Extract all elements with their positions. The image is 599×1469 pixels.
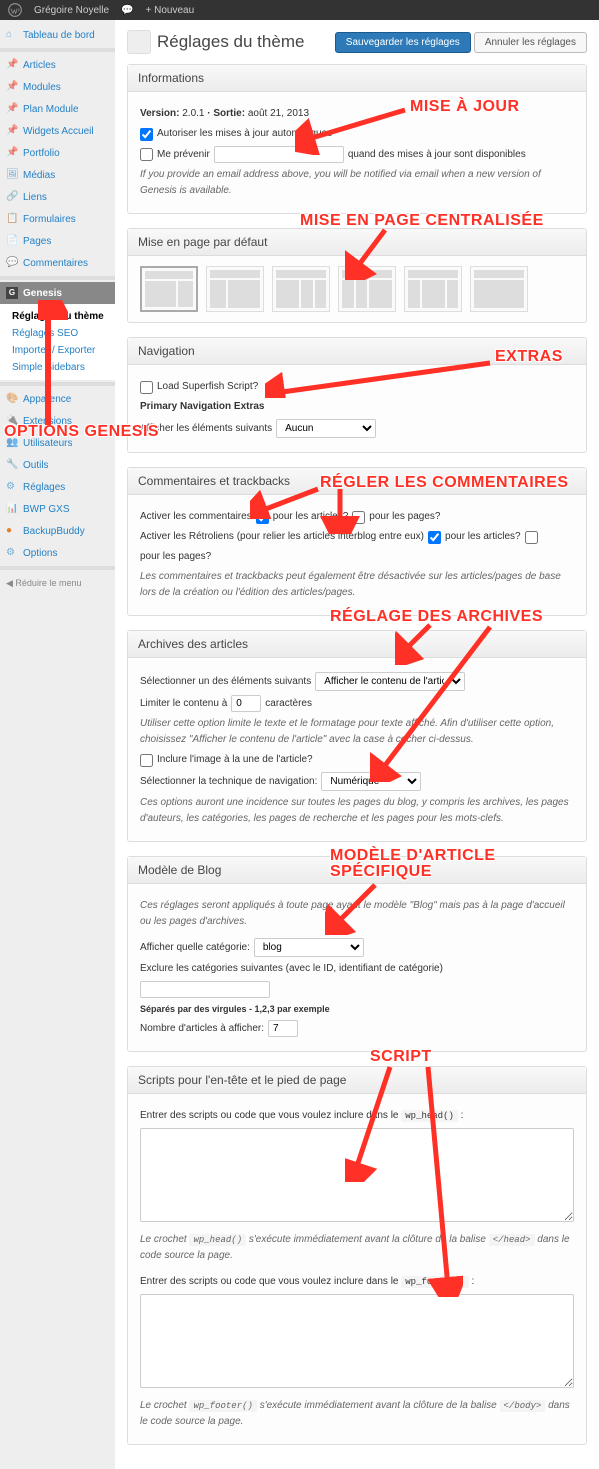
notify-email-input[interactable] xyxy=(214,146,344,163)
nav-technique-select[interactable]: Numérique xyxy=(321,772,421,791)
wordpress-logo-icon[interactable] xyxy=(8,3,22,17)
appearance-icon: 🎨 xyxy=(6,393,18,405)
submenu-sidebars[interactable]: Simple Sidebars xyxy=(8,359,115,376)
tools-icon: 🔧 xyxy=(6,459,18,471)
menu-options[interactable]: ⚙Options xyxy=(0,542,115,564)
page-title: Réglages du thème xyxy=(127,30,304,54)
panel-layout: Mise en page par défaut xyxy=(127,228,587,323)
submenu-seo[interactable]: Réglages SEO xyxy=(8,325,115,342)
cancel-button[interactable]: Annuler les réglages xyxy=(474,32,587,53)
head-scripts-textarea[interactable] xyxy=(140,1128,574,1222)
nav-extras-select[interactable]: Aucun xyxy=(276,419,376,438)
save-button[interactable]: Sauvegarder les réglages xyxy=(335,32,471,53)
admin-bar: Grégoire Noyelle 💬 + Nouveau xyxy=(0,0,599,20)
menu-links[interactable]: 🔗Liens xyxy=(0,186,115,208)
pin-icon: 📌 xyxy=(6,147,18,159)
limit-input[interactable] xyxy=(231,695,261,712)
panel-head-archives[interactable]: Archives des articles xyxy=(128,631,586,658)
panel-head-scripts[interactable]: Scripts pour l'en-tête et le pied de pag… xyxy=(128,1067,586,1094)
genesis-icon: G xyxy=(6,287,18,299)
dashboard-icon: ⌂ xyxy=(6,29,18,41)
menu-planmodule[interactable]: 📌Plan Module xyxy=(0,98,115,120)
users-icon: 👥 xyxy=(6,437,18,449)
trackbacks-pages-checkbox[interactable] xyxy=(525,531,538,544)
superfish-checkbox[interactable] xyxy=(140,381,153,394)
plugin-icon: 🔌 xyxy=(6,415,18,427)
footer-scripts-textarea[interactable] xyxy=(140,1294,574,1388)
comments-posts-checkbox[interactable] xyxy=(256,511,269,524)
panel-head-info[interactable]: Informations xyxy=(128,65,586,92)
panel-head-layout[interactable]: Mise en page par défaut xyxy=(128,229,586,256)
main-content: Réglages du thème Sauvegarder les réglag… xyxy=(115,20,599,1469)
submenu-theme[interactable]: Réglages du thème xyxy=(8,308,115,325)
menu-appearance[interactable]: 🎨Apparence xyxy=(0,388,115,410)
menu-pages[interactable]: 📄Pages xyxy=(0,230,115,252)
menu-genesis[interactable]: GGenesis xyxy=(0,282,115,304)
menu-portfolio[interactable]: 📌Portfolio xyxy=(0,142,115,164)
layout-opt-2[interactable] xyxy=(206,266,264,312)
menu-users[interactable]: 👥Utilisateurs xyxy=(0,432,115,454)
posts-count-input[interactable] xyxy=(268,1020,298,1037)
comment-icon: 💬 xyxy=(6,257,18,269)
new-link[interactable]: + Nouveau xyxy=(146,5,195,16)
menu-widgets[interactable]: 📌Widgets Accueil xyxy=(0,120,115,142)
collapse-menu[interactable]: ◀ Réduire le menu xyxy=(0,572,115,595)
menu-settings[interactable]: ⚙Réglages xyxy=(0,476,115,498)
pin-icon: 📌 xyxy=(6,81,18,93)
panel-comments: Commentaires et trackbacks Activer les c… xyxy=(127,467,587,616)
comment-icon[interactable]: 💬 xyxy=(121,5,133,16)
admin-sidebar: ⌂Tableau de bord 📌Articles 📌Modules 📌Pla… xyxy=(0,20,115,1469)
menu-dashboard[interactable]: ⌂Tableau de bord xyxy=(0,24,115,46)
panel-head-nav[interactable]: Navigation xyxy=(128,338,586,365)
pin-icon: 📌 xyxy=(6,125,18,137)
panel-head-comments[interactable]: Commentaires et trackbacks xyxy=(128,468,586,495)
category-select[interactable]: blog xyxy=(254,938,364,957)
layout-opt-5[interactable] xyxy=(404,266,462,312)
exclude-input[interactable] xyxy=(140,981,270,998)
layout-opt-3[interactable] xyxy=(272,266,330,312)
panel-head-blog[interactable]: Modèle de Blog xyxy=(128,857,586,884)
layout-opt-6[interactable] xyxy=(470,266,528,312)
menu-forms[interactable]: 📋Formulaires xyxy=(0,208,115,230)
media-icon: 🖼 xyxy=(6,169,18,181)
genesis-submenu: Réglages du thème Réglages SEO Importer … xyxy=(0,304,115,380)
menu-modules[interactable]: 📌Modules xyxy=(0,76,115,98)
include-image-checkbox[interactable] xyxy=(140,754,153,767)
submenu-import[interactable]: Importer / Exporter xyxy=(8,342,115,359)
notify-checkbox[interactable] xyxy=(140,148,153,161)
page-header: Réglages du thème Sauvegarder les réglag… xyxy=(127,30,587,54)
menu-backup[interactable]: ●BackupBuddy xyxy=(0,520,115,542)
pin-icon: 📌 xyxy=(6,59,18,71)
auto-update-checkbox[interactable] xyxy=(140,128,153,141)
menu-media[interactable]: 🖼Médias xyxy=(0,164,115,186)
menu-bwp[interactable]: 📊BWP GXS xyxy=(0,498,115,520)
panel-nav: Navigation Load Superfish Script? Primar… xyxy=(127,337,587,453)
site-name[interactable]: Grégoire Noyelle xyxy=(34,5,109,16)
menu-comments[interactable]: 💬Commentaires xyxy=(0,252,115,274)
page-icon xyxy=(127,30,151,54)
menu-articles[interactable]: 📌Articles xyxy=(0,54,115,76)
layout-opt-4[interactable] xyxy=(338,266,396,312)
settings-icon: ⚙ xyxy=(6,481,18,493)
panel-blog: Modèle de Blog Ces réglages seront appli… xyxy=(127,856,587,1052)
trackbacks-posts-checkbox[interactable] xyxy=(428,531,441,544)
menu-plugins[interactable]: 🔌Extensions xyxy=(0,410,115,432)
page-icon: 📄 xyxy=(6,235,18,247)
form-icon: 📋 xyxy=(6,213,18,225)
menu-tools[interactable]: 🔧Outils xyxy=(0,454,115,476)
link-icon: 🔗 xyxy=(6,191,18,203)
panel-archives: Archives des articles Sélectionner un de… xyxy=(127,630,587,842)
comments-pages-checkbox[interactable] xyxy=(352,511,365,524)
panel-scripts: Scripts pour l'en-tête et le pied de pag… xyxy=(127,1066,587,1445)
gear-icon: ⚙ xyxy=(6,547,18,559)
pin-icon: 📌 xyxy=(6,103,18,115)
layout-opt-1[interactable] xyxy=(140,266,198,312)
panel-info: Informations Version: 2.0.1 · Sortie: ao… xyxy=(127,64,587,214)
sitemap-icon: 📊 xyxy=(6,503,18,515)
archive-content-select[interactable]: Afficher le contenu de l'article xyxy=(315,672,465,691)
info-help: If you provide an email address above, y… xyxy=(140,167,574,199)
backup-icon: ● xyxy=(6,525,18,537)
